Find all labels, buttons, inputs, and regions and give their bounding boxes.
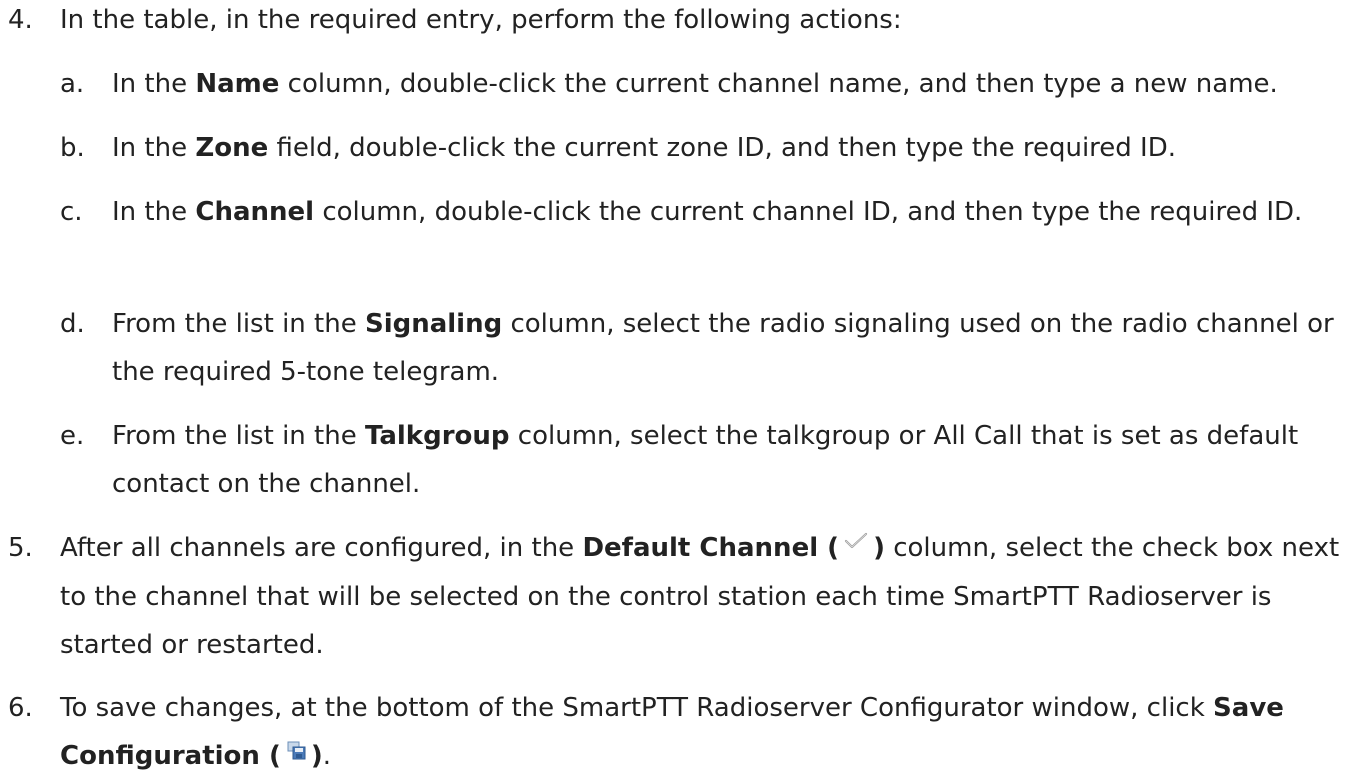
substep-text: In the Channel column, double-click the …: [112, 188, 1352, 236]
text-post: column, double-click the current channel…: [279, 69, 1278, 99]
step-number: 5.: [8, 533, 33, 563]
substep-letter: c.: [60, 197, 83, 227]
text-pre: In the: [112, 133, 196, 163]
ui-term: Signaling: [364, 309, 503, 339]
ui-term: Default Channel (: [582, 533, 840, 563]
save-configuration-icon: [281, 730, 311, 778]
text-pre: In the: [112, 69, 196, 99]
ui-term-close: ): [310, 741, 323, 771]
text-pre: After all channels are configured, in th…: [60, 533, 583, 563]
substep-text: In the Zone field, double-click the curr…: [112, 124, 1352, 172]
text-post: column, double-click the current channel…: [314, 197, 1303, 227]
step-text: After all channels are configured, in th…: [60, 524, 1350, 669]
text-pre: To save changes, at the bottom of the Sm…: [60, 693, 1214, 723]
step-number: 6.: [8, 693, 33, 723]
step-text: In the table, in the required entry, per…: [60, 5, 902, 35]
substep-text: In the Name column, double-click the cur…: [112, 60, 1352, 108]
ui-term-close: ): [873, 533, 885, 563]
text-pre: From the list in the: [112, 309, 365, 339]
ui-term: Channel: [195, 197, 315, 227]
substep-letter: e.: [60, 421, 85, 451]
text-post: .: [322, 741, 332, 771]
ui-term: Talkgroup: [364, 421, 510, 451]
checkmark-icon: [839, 522, 873, 570]
substep-text: From the list in the Talkgroup column, s…: [112, 412, 1352, 508]
substep-text: From the list in the Signaling column, s…: [112, 300, 1352, 396]
text-pre: In the: [112, 197, 196, 227]
substep-letter: d.: [60, 309, 85, 339]
substep-letter: b.: [60, 133, 85, 163]
step-text: To save changes, at the bottom of the Sm…: [60, 684, 1350, 781]
text-pre: From the list in the: [112, 421, 365, 451]
text-post: field, double-click the current zone ID,…: [268, 133, 1176, 163]
ui-term: Zone: [195, 133, 269, 163]
substep-letter: a.: [60, 69, 85, 99]
step-number: 4.: [8, 5, 33, 35]
ui-term: Name: [195, 69, 280, 99]
